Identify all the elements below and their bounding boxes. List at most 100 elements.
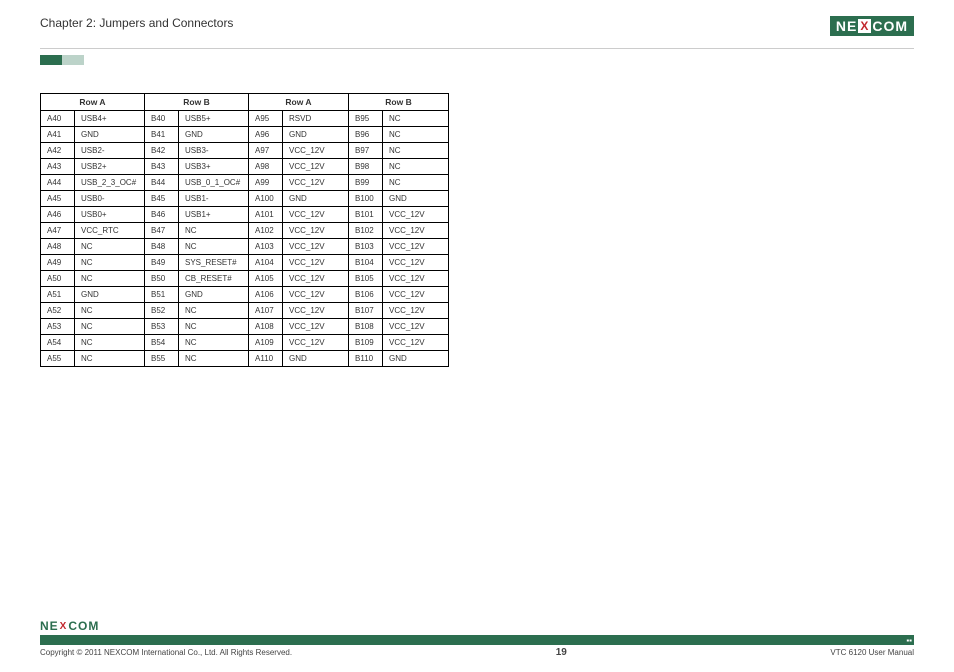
cell-d_sig: GND bbox=[383, 191, 449, 207]
cell-a_pin: A47 bbox=[41, 223, 75, 239]
cell-b_sig: CB_RESET# bbox=[179, 271, 249, 287]
cell-a_sig: USB_2_3_OC# bbox=[75, 175, 145, 191]
cell-d_pin: B97 bbox=[349, 143, 383, 159]
manual-name: VTC 6120 User Manual bbox=[830, 648, 914, 657]
footer-logo-pre: NE bbox=[40, 619, 59, 633]
cell-b_sig: SYS_RESET# bbox=[179, 255, 249, 271]
cell-d_pin: B95 bbox=[349, 111, 383, 127]
cell-b_sig: GND bbox=[179, 287, 249, 303]
cell-c_pin: A108 bbox=[249, 319, 283, 335]
logo-post: COM bbox=[872, 18, 908, 34]
cell-a_pin: A40 bbox=[41, 111, 75, 127]
cell-a_sig: USB0- bbox=[75, 191, 145, 207]
cell-b_pin: B46 bbox=[145, 207, 179, 223]
cell-d_pin: B110 bbox=[349, 351, 383, 367]
cell-b_pin: B53 bbox=[145, 319, 179, 335]
cell-a_sig: GND bbox=[75, 127, 145, 143]
cell-c_pin: A96 bbox=[249, 127, 283, 143]
cell-c_pin: A105 bbox=[249, 271, 283, 287]
cell-c_pin: A106 bbox=[249, 287, 283, 303]
cell-a_pin: A53 bbox=[41, 319, 75, 335]
footer-logo-post: COM bbox=[68, 619, 99, 633]
cell-c_pin: A103 bbox=[249, 239, 283, 255]
cell-a_sig: GND bbox=[75, 287, 145, 303]
cell-a_pin: A45 bbox=[41, 191, 75, 207]
table-header-row: Row A Row B Row A Row B bbox=[41, 94, 449, 111]
cell-b_pin: B43 bbox=[145, 159, 179, 175]
cell-a_pin: A55 bbox=[41, 351, 75, 367]
footer-bar: ▪▪ bbox=[40, 635, 914, 645]
cell-c_pin: A97 bbox=[249, 143, 283, 159]
cell-d_sig: VCC_12V bbox=[383, 287, 449, 303]
cell-a_pin: A44 bbox=[41, 175, 75, 191]
cell-c_pin: A101 bbox=[249, 207, 283, 223]
cell-a_sig: NC bbox=[75, 271, 145, 287]
cell-a_pin: A43 bbox=[41, 159, 75, 175]
col-header-row-b-1: Row B bbox=[145, 94, 249, 111]
cell-c_sig: GND bbox=[283, 191, 349, 207]
cell-b_sig: NC bbox=[179, 351, 249, 367]
cell-c_pin: A107 bbox=[249, 303, 283, 319]
cell-b_pin: B45 bbox=[145, 191, 179, 207]
cell-c_sig: VCC_12V bbox=[283, 223, 349, 239]
cell-d_sig: GND bbox=[383, 351, 449, 367]
cell-b_sig: USB5+ bbox=[179, 111, 249, 127]
cell-b_sig: NC bbox=[179, 319, 249, 335]
cell-c_sig: VCC_12V bbox=[283, 143, 349, 159]
cell-b_sig: NC bbox=[179, 303, 249, 319]
page-footer: NEXCOM ▪▪ Copyright © 2011 NEXCOM Intern… bbox=[40, 617, 914, 658]
cell-d_pin: B107 bbox=[349, 303, 383, 319]
footer-logo-x: X bbox=[59, 621, 69, 632]
cell-d_pin: B98 bbox=[349, 159, 383, 175]
cell-c_pin: A100 bbox=[249, 191, 283, 207]
cell-c_sig: GND bbox=[283, 127, 349, 143]
cell-b_sig: NC bbox=[179, 239, 249, 255]
cell-d_pin: B105 bbox=[349, 271, 383, 287]
cell-c_sig: VCC_12V bbox=[283, 335, 349, 351]
cell-a_pin: A46 bbox=[41, 207, 75, 223]
cell-b_pin: B40 bbox=[145, 111, 179, 127]
cell-c_sig: VCC_12V bbox=[283, 255, 349, 271]
cell-d_sig: VCC_12V bbox=[383, 319, 449, 335]
cell-b_pin: B41 bbox=[145, 127, 179, 143]
table-row: A48NCB48NCA103VCC_12VB103VCC_12V bbox=[41, 239, 449, 255]
cell-d_sig: VCC_12V bbox=[383, 239, 449, 255]
cell-d_sig: NC bbox=[383, 159, 449, 175]
cell-b_pin: B44 bbox=[145, 175, 179, 191]
cell-d_pin: B109 bbox=[349, 335, 383, 351]
cell-b_pin: B55 bbox=[145, 351, 179, 367]
col-header-row-a-2: Row A bbox=[249, 94, 349, 111]
cell-c_pin: A110 bbox=[249, 351, 283, 367]
page-number: 19 bbox=[556, 647, 567, 658]
cell-d_pin: B96 bbox=[349, 127, 383, 143]
cell-c_sig: VCC_12V bbox=[283, 271, 349, 287]
cell-d_sig: VCC_12V bbox=[383, 207, 449, 223]
table-row: A55NCB55NCA110GNDB110GND bbox=[41, 351, 449, 367]
cell-b_pin: B50 bbox=[145, 271, 179, 287]
cell-d_pin: B99 bbox=[349, 175, 383, 191]
cell-b_sig: GND bbox=[179, 127, 249, 143]
cell-a_pin: A48 bbox=[41, 239, 75, 255]
cell-a_pin: A51 bbox=[41, 287, 75, 303]
cell-a_pin: A42 bbox=[41, 143, 75, 159]
cell-d_sig: NC bbox=[383, 175, 449, 191]
table-row: A42USB2-B42USB3-A97VCC_12VB97NC bbox=[41, 143, 449, 159]
table-row: A52NCB52NCA107VCC_12VB107VCC_12V bbox=[41, 303, 449, 319]
cell-a_sig: NC bbox=[75, 335, 145, 351]
cell-d_pin: B101 bbox=[349, 207, 383, 223]
footer-decoration-icon: ▪▪ bbox=[906, 636, 912, 645]
cell-c_sig: RSVD bbox=[283, 111, 349, 127]
cell-b_pin: B42 bbox=[145, 143, 179, 159]
cell-c_sig: VCC_12V bbox=[283, 239, 349, 255]
table-row: A44USB_2_3_OC#B44USB_0_1_OC#A99VCC_12VB9… bbox=[41, 175, 449, 191]
cell-d_pin: B108 bbox=[349, 319, 383, 335]
cell-b_pin: B49 bbox=[145, 255, 179, 271]
header-divider bbox=[40, 48, 914, 49]
logo-pre: NE bbox=[836, 18, 857, 34]
cell-b_pin: B52 bbox=[145, 303, 179, 319]
cell-b_sig: NC bbox=[179, 335, 249, 351]
cell-a_pin: A52 bbox=[41, 303, 75, 319]
table-row: A46USB0+B46USB1+A101VCC_12VB101VCC_12V bbox=[41, 207, 449, 223]
cell-a_sig: NC bbox=[75, 239, 145, 255]
cell-d_sig: VCC_12V bbox=[383, 335, 449, 351]
